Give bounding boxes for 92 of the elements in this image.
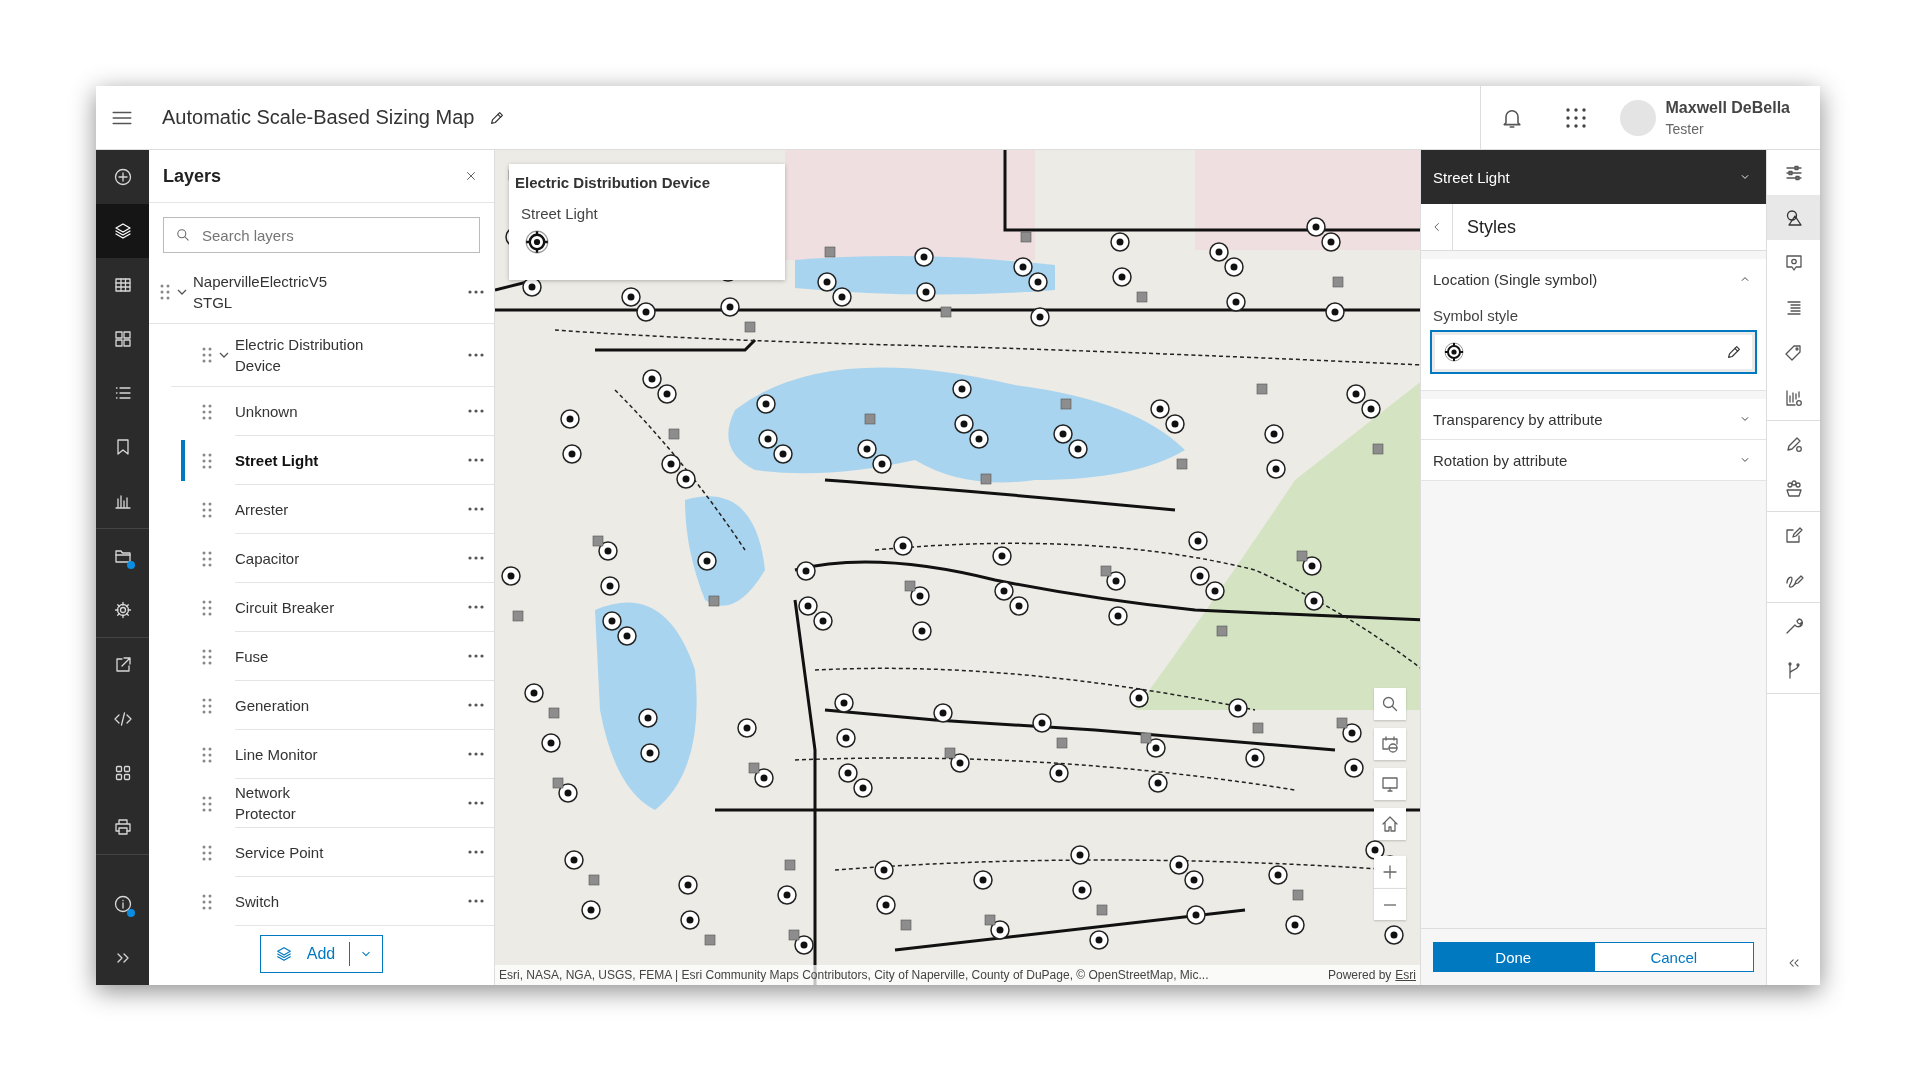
- apps-grid-icon: [1564, 106, 1587, 129]
- more-icon: [468, 850, 484, 854]
- drag-handle-icon: [201, 549, 213, 568]
- layer-item[interactable]: Service Point: [235, 841, 324, 863]
- more-icon: [468, 507, 484, 511]
- section-header[interactable]: Rotation by attribute: [1421, 440, 1766, 480]
- drag-handle-icon: [201, 745, 213, 764]
- map-title: Automatic Scale-Based Sizing Map: [162, 106, 475, 129]
- section-header[interactable]: Location (Single symbol): [1421, 259, 1766, 299]
- layer-group-label[interactable]: NapervilleElectricV5 STGL: [193, 271, 363, 313]
- more-icon: [468, 899, 484, 903]
- powered-by-text: Powered by: [1327, 968, 1392, 982]
- layers-button[interactable]: [96, 204, 149, 258]
- search-icon: [1380, 694, 1400, 714]
- zoom-out-button[interactable]: [1374, 888, 1406, 920]
- drag-handle-icon: [201, 696, 213, 715]
- drag-handle-icon: [201, 843, 213, 862]
- layer-item[interactable]: Street Light: [235, 449, 319, 471]
- user-name: Maxwell DeBella: [1665, 98, 1790, 117]
- home-icon: [1380, 814, 1400, 834]
- more-icon: [468, 703, 484, 707]
- monitor-icon: [1380, 774, 1400, 794]
- basemap-gallery-button[interactable]: [1374, 728, 1406, 760]
- drag-handle-icon: [201, 402, 213, 421]
- drag-handle-icon: [159, 283, 171, 301]
- more-icon: [468, 556, 484, 560]
- esri-link[interactable]: Esri: [1395, 968, 1416, 982]
- tag-icon: [1783, 342, 1804, 363]
- layer-item[interactable]: Line Monitor: [235, 743, 318, 765]
- drag-handle-icon: [201, 794, 213, 813]
- drag-handle-icon: [201, 892, 213, 911]
- more-icon: [468, 409, 484, 413]
- layer-item[interactable]: Arrester: [235, 498, 289, 520]
- home-button[interactable]: [1374, 808, 1406, 840]
- layer-item[interactable]: Generation: [235, 694, 310, 716]
- search-icon: [175, 227, 191, 243]
- add-button[interactable]: Add: [260, 942, 351, 966]
- drag-handle-icon: [201, 598, 213, 617]
- popup-gear-icon: [1783, 252, 1804, 273]
- more-icon: [468, 458, 484, 462]
- calendar-globe-icon: [1380, 734, 1400, 754]
- settings-icon: [112, 600, 133, 620]
- screen-button[interactable]: [1374, 768, 1406, 800]
- search-field[interactable]: Search layers: [163, 217, 480, 253]
- panel-title: Layers: [163, 165, 222, 187]
- printer-icon: [112, 817, 133, 837]
- more-icon: [468, 654, 484, 658]
- layer-item[interactable]: Circuit Breaker: [235, 596, 335, 618]
- notification-dot: [127, 561, 135, 569]
- layer-dropdown[interactable]: Street Light: [1421, 150, 1766, 204]
- zoom-in-button[interactable]: [1374, 856, 1406, 888]
- info-icon: [112, 894, 133, 914]
- more-icon: [468, 801, 484, 805]
- notification-dot: [127, 909, 135, 917]
- cancel-button[interactable]: Cancel: [1593, 942, 1754, 972]
- section-header[interactable]: Transparency by attribute: [1421, 399, 1766, 439]
- close-icon: [464, 169, 478, 183]
- search-button[interactable]: [1374, 688, 1406, 720]
- more-icon: [468, 290, 484, 294]
- styles-button[interactable]: [1767, 195, 1820, 240]
- target-symbol-icon: [525, 230, 549, 254]
- drag-handle-icon: [201, 647, 213, 666]
- popup-subtitle: Street Light: [521, 205, 599, 222]
- layer-group-label[interactable]: Electric Distribution Device: [235, 334, 385, 376]
- panel-title: Styles: [1467, 216, 1517, 238]
- drag-handle-icon: [201, 500, 213, 519]
- drag-handle-icon: [201, 346, 213, 364]
- drag-handle-icon: [201, 451, 213, 470]
- people-icon: [1783, 478, 1804, 499]
- user-role: Tester: [1665, 120, 1705, 137]
- layer-item[interactable]: Capacitor: [235, 547, 300, 569]
- attribution-text: Esri, NASA, NGA, USGS, FEMA | Esri Community Maps Contributors, City of Naperville, County of DuPage, © OpenStreetMap, Mic...: [499, 968, 1209, 982]
- edit-symbol-button[interactable]: [1725, 343, 1743, 361]
- layer-item[interactable]: Fuse: [235, 645, 269, 667]
- code-icon: [112, 709, 133, 729]
- layer-item[interactable]: Network Protector: [235, 782, 353, 824]
- target-symbol-icon: [1444, 342, 1464, 362]
- done-button[interactable]: Done: [1433, 942, 1594, 972]
- layer-item[interactable]: Switch: [235, 890, 280, 912]
- table-icon: [112, 275, 133, 295]
- more-icon: [468, 752, 484, 756]
- more-icon: [468, 605, 484, 609]
- pencil-icon: [1725, 343, 1743, 361]
- layer-item[interactable]: Unknown: [235, 400, 298, 422]
- field-label: Symbol style: [1433, 307, 1520, 324]
- grid-icon: [112, 329, 133, 349]
- symbol-style-field[interactable]: [1430, 330, 1757, 374]
- layers-icon: [274, 945, 293, 963]
- more-icon: [468, 353, 484, 357]
- plus-circle-icon: [112, 167, 133, 187]
- minus-icon: [1383, 903, 1397, 906]
- popup-title: Electric Distribution Device: [515, 174, 712, 191]
